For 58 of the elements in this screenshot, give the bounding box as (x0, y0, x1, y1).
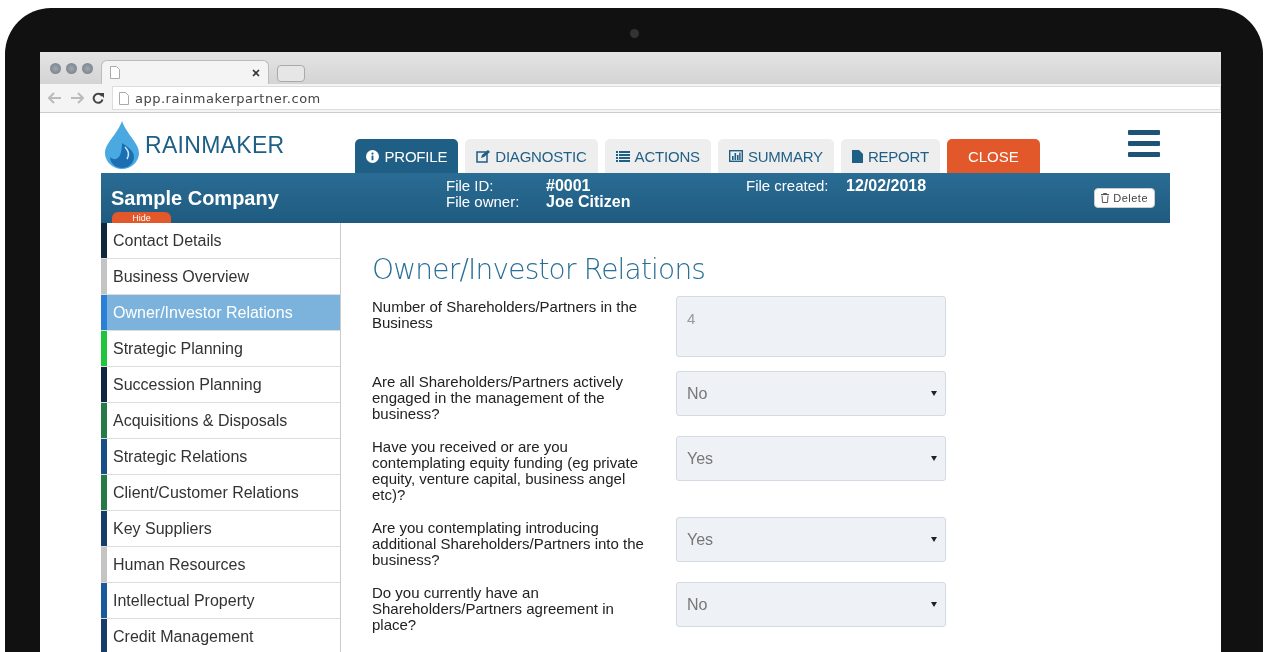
bar-chart-icon (728, 150, 743, 162)
dropdown[interactable]: Yes (676, 436, 946, 481)
created-label: File created: (746, 178, 830, 194)
nav-tab[interactable]: ACTIONS (604, 139, 711, 173)
reload-icon[interactable] (92, 92, 104, 104)
camera-icon (630, 29, 639, 38)
caret-icon (931, 456, 937, 461)
nav-tab[interactable]: PROFILE (355, 139, 459, 173)
info-icon (366, 149, 380, 163)
caret-icon (931, 602, 937, 607)
sidebar-item[interactable]: Succession Planning (101, 367, 340, 403)
nav-tab[interactable]: DIAGNOSTIC (465, 139, 598, 173)
forward-arrow-icon[interactable] (70, 92, 84, 104)
sidebar-item[interactable]: Intellectual Property (101, 583, 340, 619)
document-icon (851, 149, 863, 163)
list-icon (615, 150, 630, 162)
dropdown[interactable]: No (676, 582, 946, 627)
caret-icon (931, 537, 937, 542)
owner-label: File owner: (446, 194, 521, 210)
caret-icon (931, 391, 937, 396)
page-icon (119, 91, 129, 105)
page-icon (110, 66, 120, 79)
sidebar-item[interactable]: Strategic Relations (101, 439, 340, 475)
question-label: Are you contemplating introducing additional Shareholders/Partners into the business? (372, 518, 645, 568)
section-title: Owner/Investor Relations (372, 253, 707, 286)
owner-name: Joe Citizen (546, 194, 632, 210)
company-name: Sample Company (111, 186, 280, 210)
close-button[interactable]: CLOSE (946, 139, 1040, 173)
question-label: Have you received or are you contemplating equity funding (eg private equity, venture capital, business angel etc)? (372, 437, 639, 503)
nav-tab[interactable]: SUMMARY (717, 139, 834, 173)
edit-icon (476, 149, 491, 163)
hide-tab[interactable]: Hide (112, 212, 171, 223)
dropdown[interactable]: No (676, 371, 946, 416)
question-label: Are all Shareholders/Partners actively engaged in the management of the business? (372, 372, 624, 422)
sidebar-item[interactable]: Strategic Planning (101, 331, 340, 367)
window-controls-icon[interactable] (50, 62, 93, 74)
new-tab-button[interactable] (277, 65, 305, 82)
trash-icon (1101, 193, 1110, 203)
dropdown[interactable]: Yes (676, 517, 946, 562)
sidebar-item[interactable]: Contact Details (101, 223, 340, 259)
menu-icon[interactable] (1128, 129, 1160, 157)
question-label: Do you currently have an Shareholders/Partners agreement in place? (372, 583, 615, 633)
delete-button[interactable]: Delete (1094, 188, 1155, 208)
sidebar-item[interactable]: Key Suppliers (101, 511, 340, 547)
sidebar-item[interactable]: Human Resources (101, 547, 340, 583)
question-label: Number of Shareholders/Partners in the Business (372, 297, 639, 333)
file-id-label: File ID: (446, 178, 495, 194)
created-date: 12/02/2018 (846, 178, 927, 194)
nav-tab[interactable]: REPORT (840, 139, 940, 173)
logo-text: RAINMAKER (145, 131, 285, 159)
address-bar[interactable]: app.rainmakerpartner.com (112, 86, 1221, 110)
sidebar-item[interactable]: Acquisitions & Disposals (101, 403, 340, 439)
file-id: #0001 (546, 178, 592, 194)
close-tab-icon[interactable] (252, 68, 260, 77)
sidebar-item[interactable]: Credit Management (101, 619, 340, 652)
sidebar-item[interactable]: Client/Customer Relations (101, 475, 340, 511)
back-arrow-icon[interactable] (48, 92, 62, 104)
water-drop-logo-icon (105, 121, 139, 169)
